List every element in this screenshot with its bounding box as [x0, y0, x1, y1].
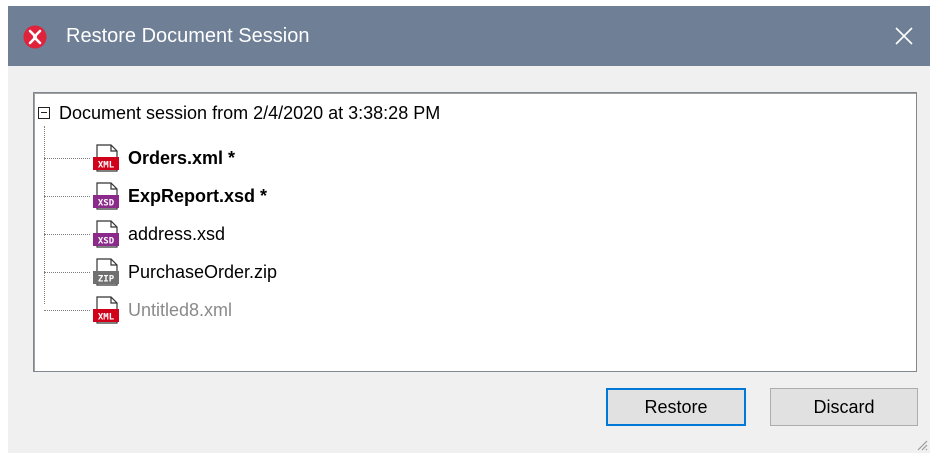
- restore-session-dialog: Restore Document Session Document sessio…: [8, 6, 930, 453]
- file-label: address.xsd: [128, 223, 226, 244]
- file-label: PurchaseOrder.zip: [128, 261, 278, 282]
- xml-file-icon: XML: [93, 144, 119, 172]
- discard-button[interactable]: Discard: [770, 388, 918, 426]
- tree-item-untitled8-xml[interactable]: XML Untitled8.xml: [44, 291, 232, 329]
- tree-item-purchaseorder-zip[interactable]: ZIP PurchaseOrder.zip: [44, 253, 277, 291]
- tree-root-session[interactable]: Document session from 2/4/2020 at 3:38:2…: [38, 100, 440, 126]
- svg-text:XML: XML: [98, 161, 115, 171]
- file-label: ExpReport.xsd *: [128, 185, 268, 206]
- xsd-file-icon: XSD: [93, 182, 119, 210]
- restore-button[interactable]: Restore: [606, 388, 746, 426]
- close-icon: [895, 27, 913, 45]
- collapse-icon[interactable]: [38, 107, 50, 119]
- svg-text:XSD: XSD: [98, 199, 115, 209]
- zip-file-icon: ZIP: [93, 258, 119, 286]
- resize-grip-icon[interactable]: [914, 437, 928, 451]
- altova-app-icon: [23, 25, 47, 49]
- dialog-title: Restore Document Session: [66, 25, 310, 47]
- file-label: Orders.xml *: [128, 147, 236, 168]
- xml-file-icon: XML: [93, 296, 119, 324]
- title-bar[interactable]: Restore Document Session: [8, 6, 930, 66]
- xsd-file-icon: XSD: [93, 220, 119, 248]
- session-tree[interactable]: Document session from 2/4/2020 at 3:38:2…: [33, 92, 917, 372]
- svg-text:ZIP: ZIP: [98, 275, 115, 285]
- file-label: Untitled8.xml: [128, 299, 233, 320]
- session-root-label: Document session from 2/4/2020 at 3:38:2…: [59, 102, 441, 123]
- close-button[interactable]: [884, 18, 924, 54]
- svg-text:XSD: XSD: [98, 237, 115, 247]
- tree-item-expreport-xsd[interactable]: XSD ExpReport.xsd *: [44, 177, 267, 215]
- svg-text:XML: XML: [98, 313, 115, 323]
- tree-item-orders-xml[interactable]: XML Orders.xml *: [44, 139, 235, 177]
- tree-item-address-xsd[interactable]: XSD address.xsd: [44, 215, 225, 253]
